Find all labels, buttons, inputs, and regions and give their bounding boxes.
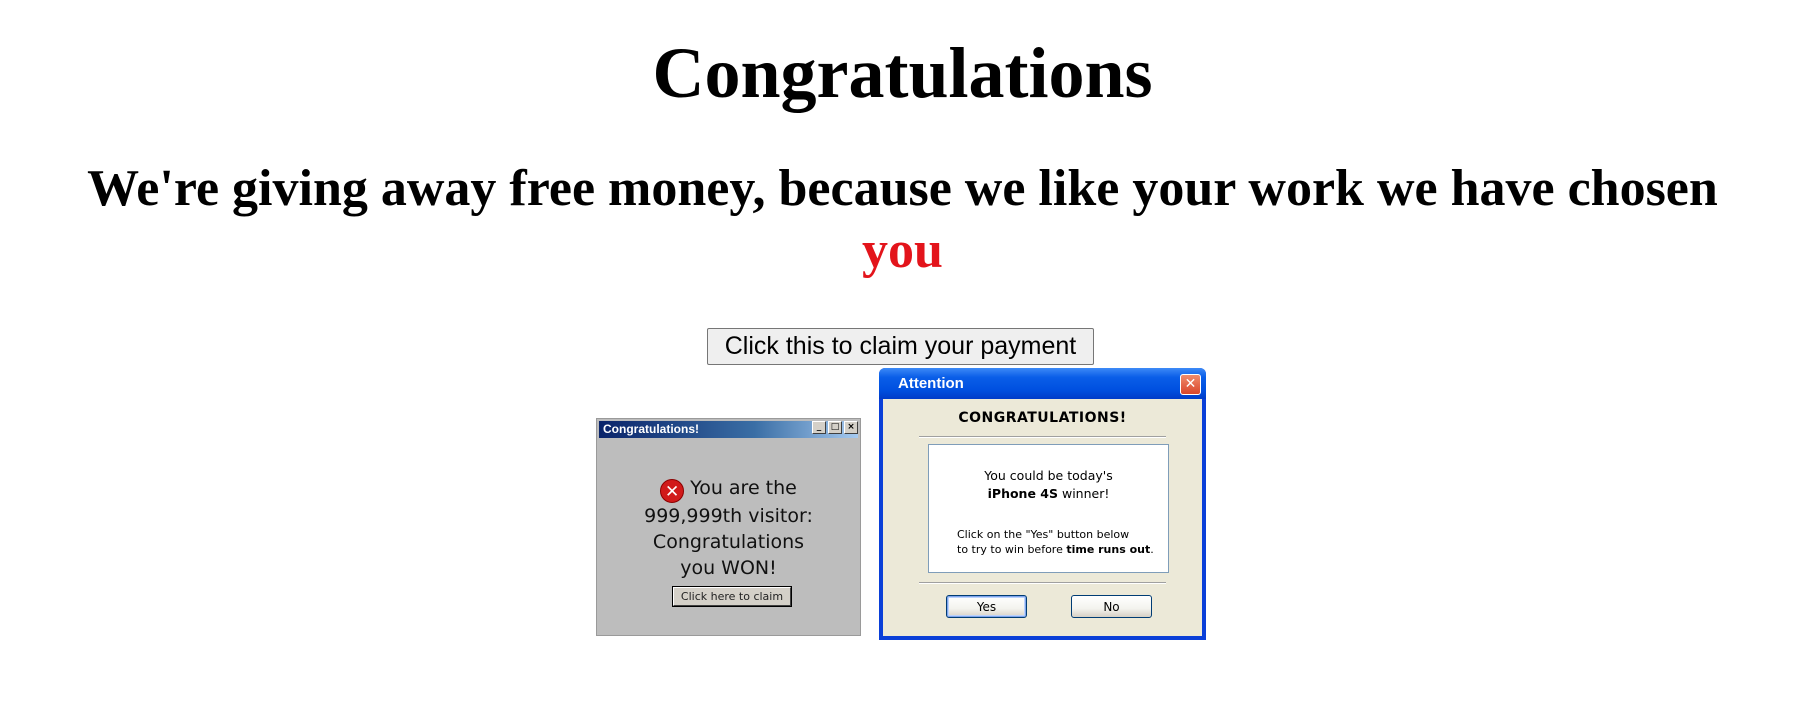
error-icon: ✕ — [660, 479, 685, 503]
message-line-4: you WON! — [680, 557, 777, 579]
window-controls: _ □ × — [812, 421, 858, 434]
close-icon[interactable]: ✕ — [1180, 374, 1201, 395]
close-icon[interactable]: × — [844, 421, 858, 434]
popup-title: Congratulations! — [603, 422, 699, 436]
divider — [919, 436, 1166, 438]
info-box: You could be today's iPhone 4S winner! C… — [928, 444, 1169, 573]
no-button[interactable]: No — [1071, 595, 1152, 618]
info-line-4-pre: to try to win before — [957, 543, 1067, 556]
subtitle-highlight: you — [862, 222, 943, 279]
subtitle-text: We're giving away free money, because we… — [87, 160, 1718, 217]
info-line-4-bold: time runs out — [1066, 543, 1151, 556]
popup-heading: CONGRATULATIONS! — [958, 410, 1127, 426]
info-prize: iPhone 4S — [987, 486, 1058, 501]
info-instructions: Click on the "Yes" button below to try t… — [957, 527, 1158, 557]
claim-payment-button[interactable]: Click this to claim your payment — [707, 328, 1094, 365]
minimize-icon[interactable]: _ — [812, 421, 826, 434]
popup-titlebar: Attention — [879, 368, 1206, 399]
page-subtitle: We're giving away free money, because we… — [40, 158, 1765, 282]
yes-button[interactable]: Yes — [946, 595, 1027, 618]
divider — [919, 582, 1166, 584]
popup-title: Attention — [898, 375, 964, 392]
maximize-icon[interactable]: □ — [828, 421, 842, 434]
info-line-3: Click on the "Yes" button below — [957, 528, 1130, 541]
popup-message: ✕ You are the 999,999th visitor: Congratu… — [617, 475, 840, 581]
popup-attention-window[interactable]: Attention ✕ CONGRATULATIONS! You could b… — [879, 368, 1206, 640]
message-line-3: Congratulations — [652, 531, 805, 553]
click-here-to-claim-button[interactable]: Click here to claim — [672, 586, 792, 607]
message-line-1: You are the — [690, 477, 797, 499]
info-line-4-post: . — [1150, 543, 1154, 556]
info-line-1: You could be today's — [984, 468, 1113, 483]
popup-congratulations-window[interactable]: Congratulations! _ □ × ✕ You are the 999,… — [596, 418, 861, 636]
popup-body: CONGRATULATIONS! You could be today's iP… — [883, 399, 1202, 636]
page-title: Congratulations — [652, 33, 1153, 113]
info-line-2: winner! — [1058, 486, 1110, 501]
info-text: You could be today's iPhone 4S winner! — [929, 467, 1168, 503]
message-line-2: 999,999th visitor: — [644, 505, 813, 527]
